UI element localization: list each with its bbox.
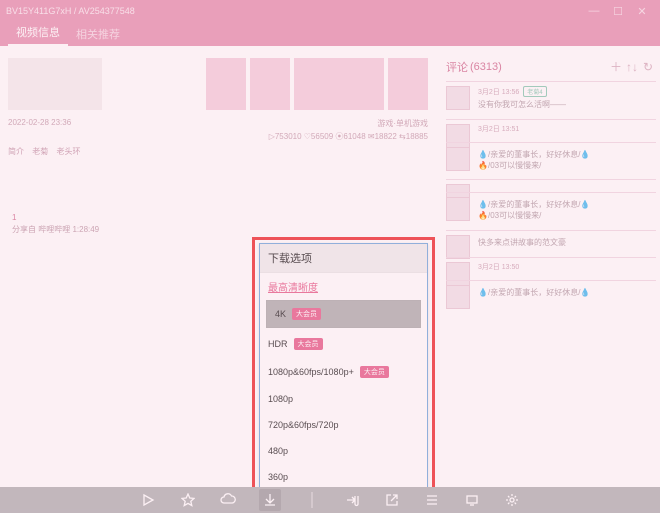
comment-timestamp: 3月2日 13:56老菊4 [478,86,656,97]
comment-text: 💧/亲爱的董事长，好好休息/💧 [478,288,656,299]
video-thumbnail [8,58,102,110]
quality-option-720p60[interactable]: 720p&60fps/720p [266,412,421,438]
comment-text: 快多来点讲故事的范文豪 [478,238,656,249]
preview-chip [294,58,384,110]
close-button[interactable]: ✕ [630,5,654,18]
quality-option-4k[interactable]: 4K 大会员 [267,301,420,327]
quality-option-480p[interactable]: 480p [266,438,421,464]
refresh-icon[interactable]: ↻ [640,60,656,74]
vip-badge: 大会员 [360,366,389,378]
comment-timestamp: 3月2日 13:50 [478,262,656,272]
popup-title: 下载选项 [260,244,427,273]
video-header: 2022-02-28 23:36 游戏·单机游戏 ▷753010 ♡56509 … [8,58,428,157]
comment-item[interactable]: 💧/亲爱的董事长，好好休息/💧🔥/03可以慢慢来/ [446,142,656,180]
video-stats: ▷753010 ♡56509 ⦿61048 ✉18822 ⇆18885 [269,131,428,142]
comments-title: 评论 [446,59,468,75]
comment-timestamp: 3月2日 13:51 [478,124,656,134]
tag[interactable]: 简介 [8,147,24,156]
category-label: 游戏·单机游戏 [377,118,428,129]
play-button[interactable] [139,491,157,509]
comment-text: 💧/亲爱的董事长，好好休息/💧🔥/03可以慢慢来/ [478,150,656,172]
favorite-button[interactable] [179,491,197,509]
content-area: 2022-02-28 23:36 游戏·单机游戏 ▷753010 ♡56509 … [0,46,660,487]
maximize-button[interactable]: ☐ [606,5,630,18]
minimize-button[interactable]: — [582,5,606,17]
user-badge: 老菊4 [523,86,546,97]
bottom-toolbar [0,487,660,513]
avatar [446,86,470,110]
tag[interactable]: 老头环 [56,147,80,156]
avatar [446,197,470,221]
titlebar: BV15Y411G7xH / AV254377548 — ☐ ✕ [0,0,660,22]
preview-chip [250,58,290,110]
vip-badge: 大会员 [292,308,321,320]
quality-section-label: 最高清晰度 [260,273,427,298]
comment-text: 没有你我可怎么活啊—— [478,100,656,111]
share-button[interactable] [343,491,361,509]
preview-chip [388,58,428,110]
tab-video-info[interactable]: 视频信息 [8,20,68,46]
comment-item[interactable]: 3月2日 13:50 [446,257,656,280]
tag[interactable]: 老菊 [32,147,48,156]
quality-option-hdr[interactable]: HDR 大会员 [266,330,421,358]
open-external-button[interactable] [383,491,401,509]
comments-count: (6313) [470,61,502,73]
episode-number: 1 [12,213,99,222]
avatar [446,147,470,171]
download-options-popup: 下载选项 最高清晰度 4K 大会员 HDR 大会员 1080p&60fps/10… [259,243,428,497]
window-title: BV15Y411G7xH / AV254377548 [6,6,582,16]
episode-info: 1 分享自 哔哩哔哩 1:28:49 [12,213,99,235]
publish-date: 2022-02-28 23:36 [8,118,71,129]
download-button[interactable] [259,489,281,511]
comment-item[interactable] [446,179,656,192]
cloud-button[interactable] [219,491,237,509]
comment-item[interactable]: 💧/亲爱的董事长，好好休息/💧🔥/03可以慢慢来/ [446,192,656,230]
vip-badge: 大会员 [294,338,323,350]
avatar [446,285,470,309]
comment-item[interactable]: 💧/亲爱的董事长，好好休息/💧 [446,280,656,307]
settings-button[interactable] [503,491,521,509]
list-button[interactable] [423,491,441,509]
preview-chip [206,58,246,110]
comment-item[interactable]: 3月2日 13:51 [446,119,656,142]
add-comment-icon[interactable]: ＋ [608,58,624,75]
tag-row: 简介 老菊 老头环 [8,146,428,157]
comment-text: 💧/亲爱的董事长，好好休息/💧🔥/03可以慢慢来/ [478,200,656,222]
tabbar: 视频信息 相关推荐 [0,22,660,46]
quality-option-1080p[interactable]: 1080p [266,386,421,412]
sort-icon[interactable]: ↑↓ [624,60,640,74]
quality-option-1080p60[interactable]: 1080p&60fps/1080p+ 大会员 [266,358,421,386]
avatar [446,235,470,259]
tab-related[interactable]: 相关推荐 [68,22,128,46]
comment-item[interactable]: 3月2日 13:56老菊4 没有你我可怎么活啊—— [446,81,656,119]
comment-item[interactable]: 快多来点讲故事的范文豪 [446,230,656,257]
comments-pane: 评论 (6313) ＋ ↑↓ ↻ 3月2日 13:56老菊4 没有你我可怎么活啊—… [446,58,656,487]
screen-button[interactable] [463,491,481,509]
share-source: 分享自 哔哩哔哩 1:28:49 [12,224,99,235]
divider [303,491,321,509]
